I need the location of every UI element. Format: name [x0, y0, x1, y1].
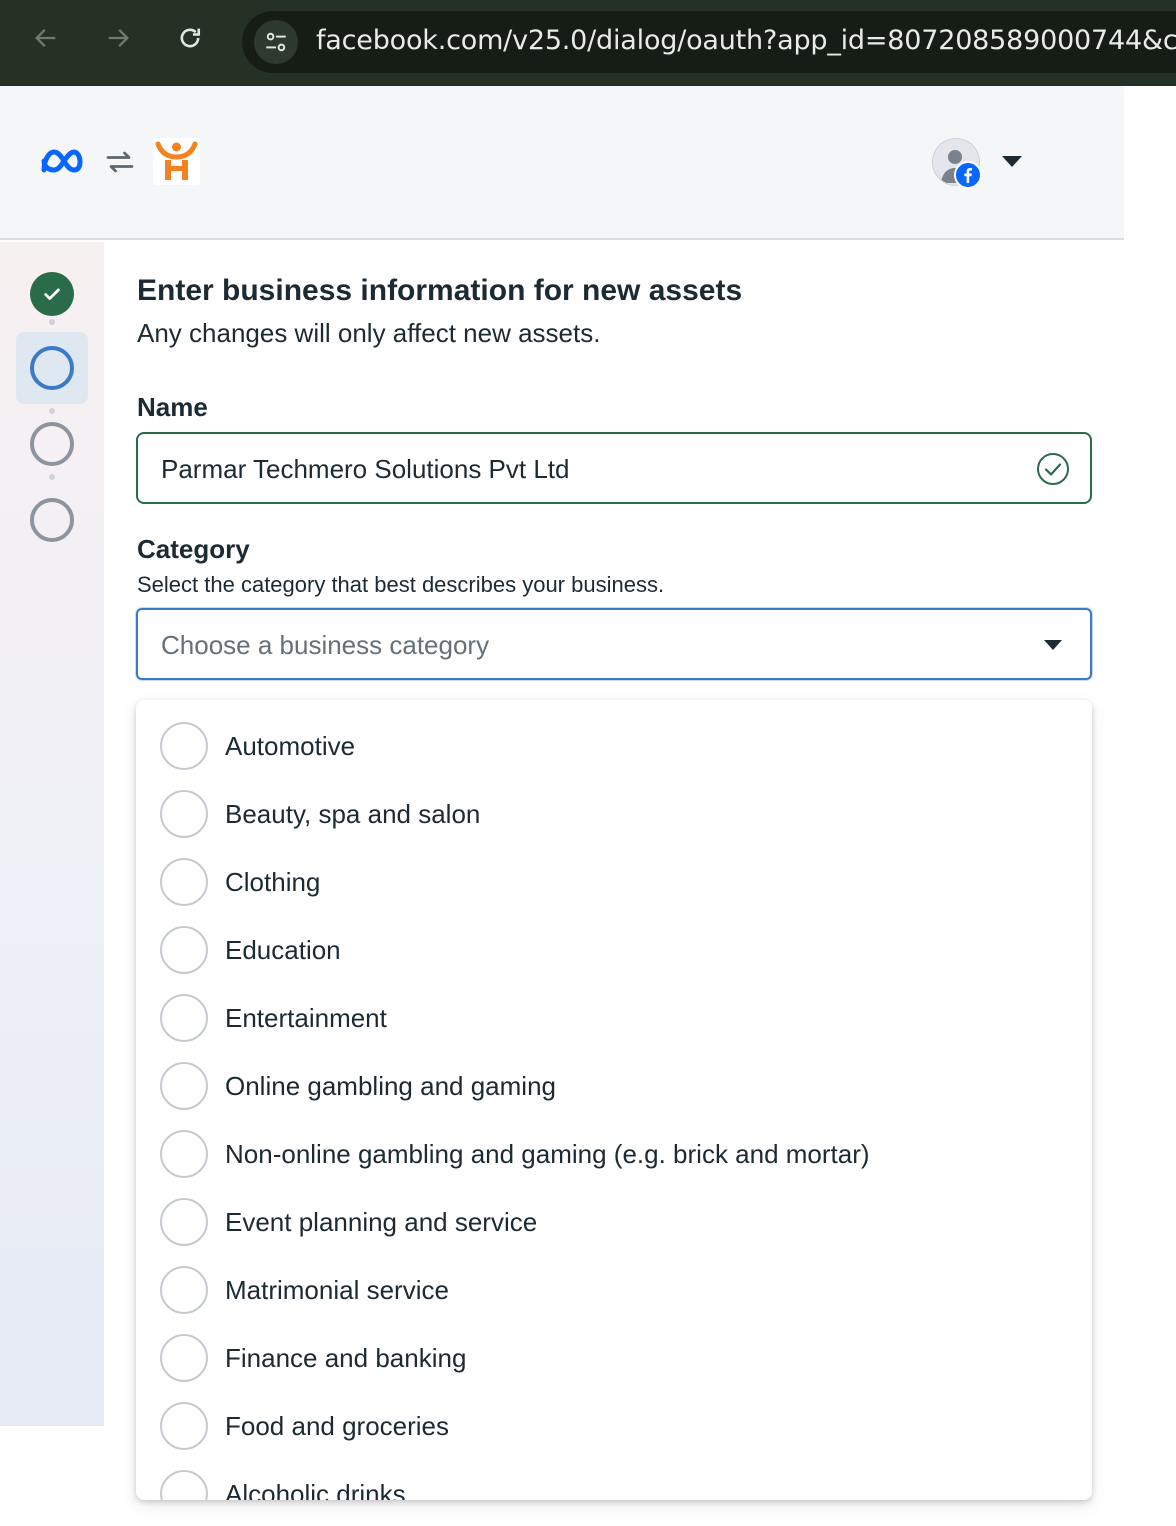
browser-toolbar: facebook.com/v25.0/dialog/oauth?app_id=8…: [0, 0, 1176, 86]
radio-button[interactable]: [160, 1470, 208, 1500]
category-option[interactable]: Finance and banking: [136, 1318, 1092, 1386]
category-option[interactable]: Beauty, spa and salon: [136, 774, 1092, 842]
category-option-label[interactable]: Non-online gambling and gaming (e.g. bri…: [225, 1139, 870, 1170]
radio-button[interactable]: [160, 1334, 208, 1382]
category-option-label[interactable]: Alcoholic drinks: [225, 1479, 406, 1500]
radio-button[interactable]: [160, 1402, 208, 1450]
site-settings-button[interactable]: [254, 20, 298, 64]
page-title: Enter business information for new asset…: [137, 274, 743, 307]
step-2-active: [30, 346, 74, 390]
step-connector-dot: [49, 474, 55, 480]
app-header: [0, 86, 1124, 240]
app-logo-icon: [153, 138, 200, 185]
radio-button[interactable]: [160, 926, 208, 974]
category-option-label[interactable]: Entertainment: [225, 1003, 387, 1034]
meta-logo-icon: [38, 144, 90, 183]
radio-button[interactable]: [160, 1062, 208, 1110]
category-placeholder[interactable]: Choose a business category: [161, 630, 489, 661]
radio-button[interactable]: [160, 1198, 208, 1246]
checkmark-icon: [44, 288, 60, 300]
category-option-label[interactable]: Online gambling and gaming: [225, 1071, 556, 1102]
chevron-down-icon[interactable]: [1044, 640, 1062, 650]
category-label: Category: [137, 534, 250, 564]
category-option-label[interactable]: Food and groceries: [225, 1411, 449, 1442]
category-helper-text: Select the category that best describes …: [137, 572, 665, 597]
category-option[interactable]: Non-online gambling and gaming (e.g. bri…: [136, 1114, 1092, 1182]
facebook-badge-icon: [954, 161, 982, 189]
category-option[interactable]: Event planning and service: [136, 1182, 1092, 1250]
radio-button[interactable]: [160, 994, 208, 1042]
name-input-value[interactable]: Parmar Techmero Solutions Pvt Ltd: [161, 454, 569, 485]
reload-button[interactable]: [170, 18, 210, 58]
category-option[interactable]: Entertainment: [136, 978, 1092, 1046]
category-select[interactable]: Choose a business category: [136, 608, 1092, 680]
category-option[interactable]: Clothing: [136, 842, 1092, 910]
category-option-label[interactable]: Event planning and service: [225, 1207, 537, 1238]
page-subtitle: Any changes will only affect new assets.: [137, 318, 601, 348]
forward-button[interactable]: [98, 18, 138, 58]
url-text[interactable]: facebook.com/v25.0/dialog/oauth?app_id=8…: [316, 25, 1176, 56]
progress-sidebar: [0, 242, 104, 1426]
name-label: Name: [137, 392, 208, 422]
forward-arrow-icon: [108, 29, 129, 47]
category-option-label[interactable]: Finance and banking: [225, 1343, 466, 1374]
radio-button[interactable]: [160, 790, 208, 838]
category-option[interactable]: Food and groceries: [136, 1386, 1092, 1454]
valid-check-icon: [1036, 452, 1070, 491]
step-connector-dot: [49, 319, 55, 325]
category-option[interactable]: Alcoholic drinks: [136, 1454, 1092, 1500]
radio-button[interactable]: [160, 1130, 208, 1178]
category-option-label[interactable]: Automotive: [225, 731, 355, 762]
category-option[interactable]: Matrimonial service: [136, 1250, 1092, 1318]
category-option-label[interactable]: Clothing: [225, 867, 320, 898]
radio-button[interactable]: [160, 1266, 208, 1314]
reload-icon: [180, 28, 201, 48]
category-option-label[interactable]: Beauty, spa and salon: [225, 799, 480, 830]
category-option[interactable]: Automotive: [136, 706, 1092, 774]
back-button[interactable]: [26, 18, 66, 58]
category-option-label[interactable]: Matrimonial service: [225, 1275, 449, 1306]
step-3-pending: [30, 422, 74, 466]
swap-icon: [102, 144, 138, 185]
step-connector-dot: [49, 408, 55, 414]
category-option[interactable]: Education: [136, 910, 1092, 978]
category-option-label[interactable]: Education: [225, 935, 341, 966]
site-settings-icon: [266, 32, 286, 52]
category-option[interactable]: Online gambling and gaming: [136, 1046, 1092, 1114]
radio-button[interactable]: [160, 722, 208, 770]
name-input[interactable]: Parmar Techmero Solutions Pvt Ltd: [136, 432, 1092, 504]
back-arrow-icon: [35, 29, 56, 47]
step-1-completed: [30, 272, 74, 316]
account-caret-icon[interactable]: [1002, 156, 1022, 167]
step-4-pending: [30, 498, 74, 542]
radio-button[interactable]: [160, 858, 208, 906]
address-bar[interactable]: facebook.com/v25.0/dialog/oauth?app_id=8…: [242, 11, 1176, 73]
category-dropdown-menu: Automotive Beauty, spa and salon Clothin…: [136, 700, 1092, 1500]
